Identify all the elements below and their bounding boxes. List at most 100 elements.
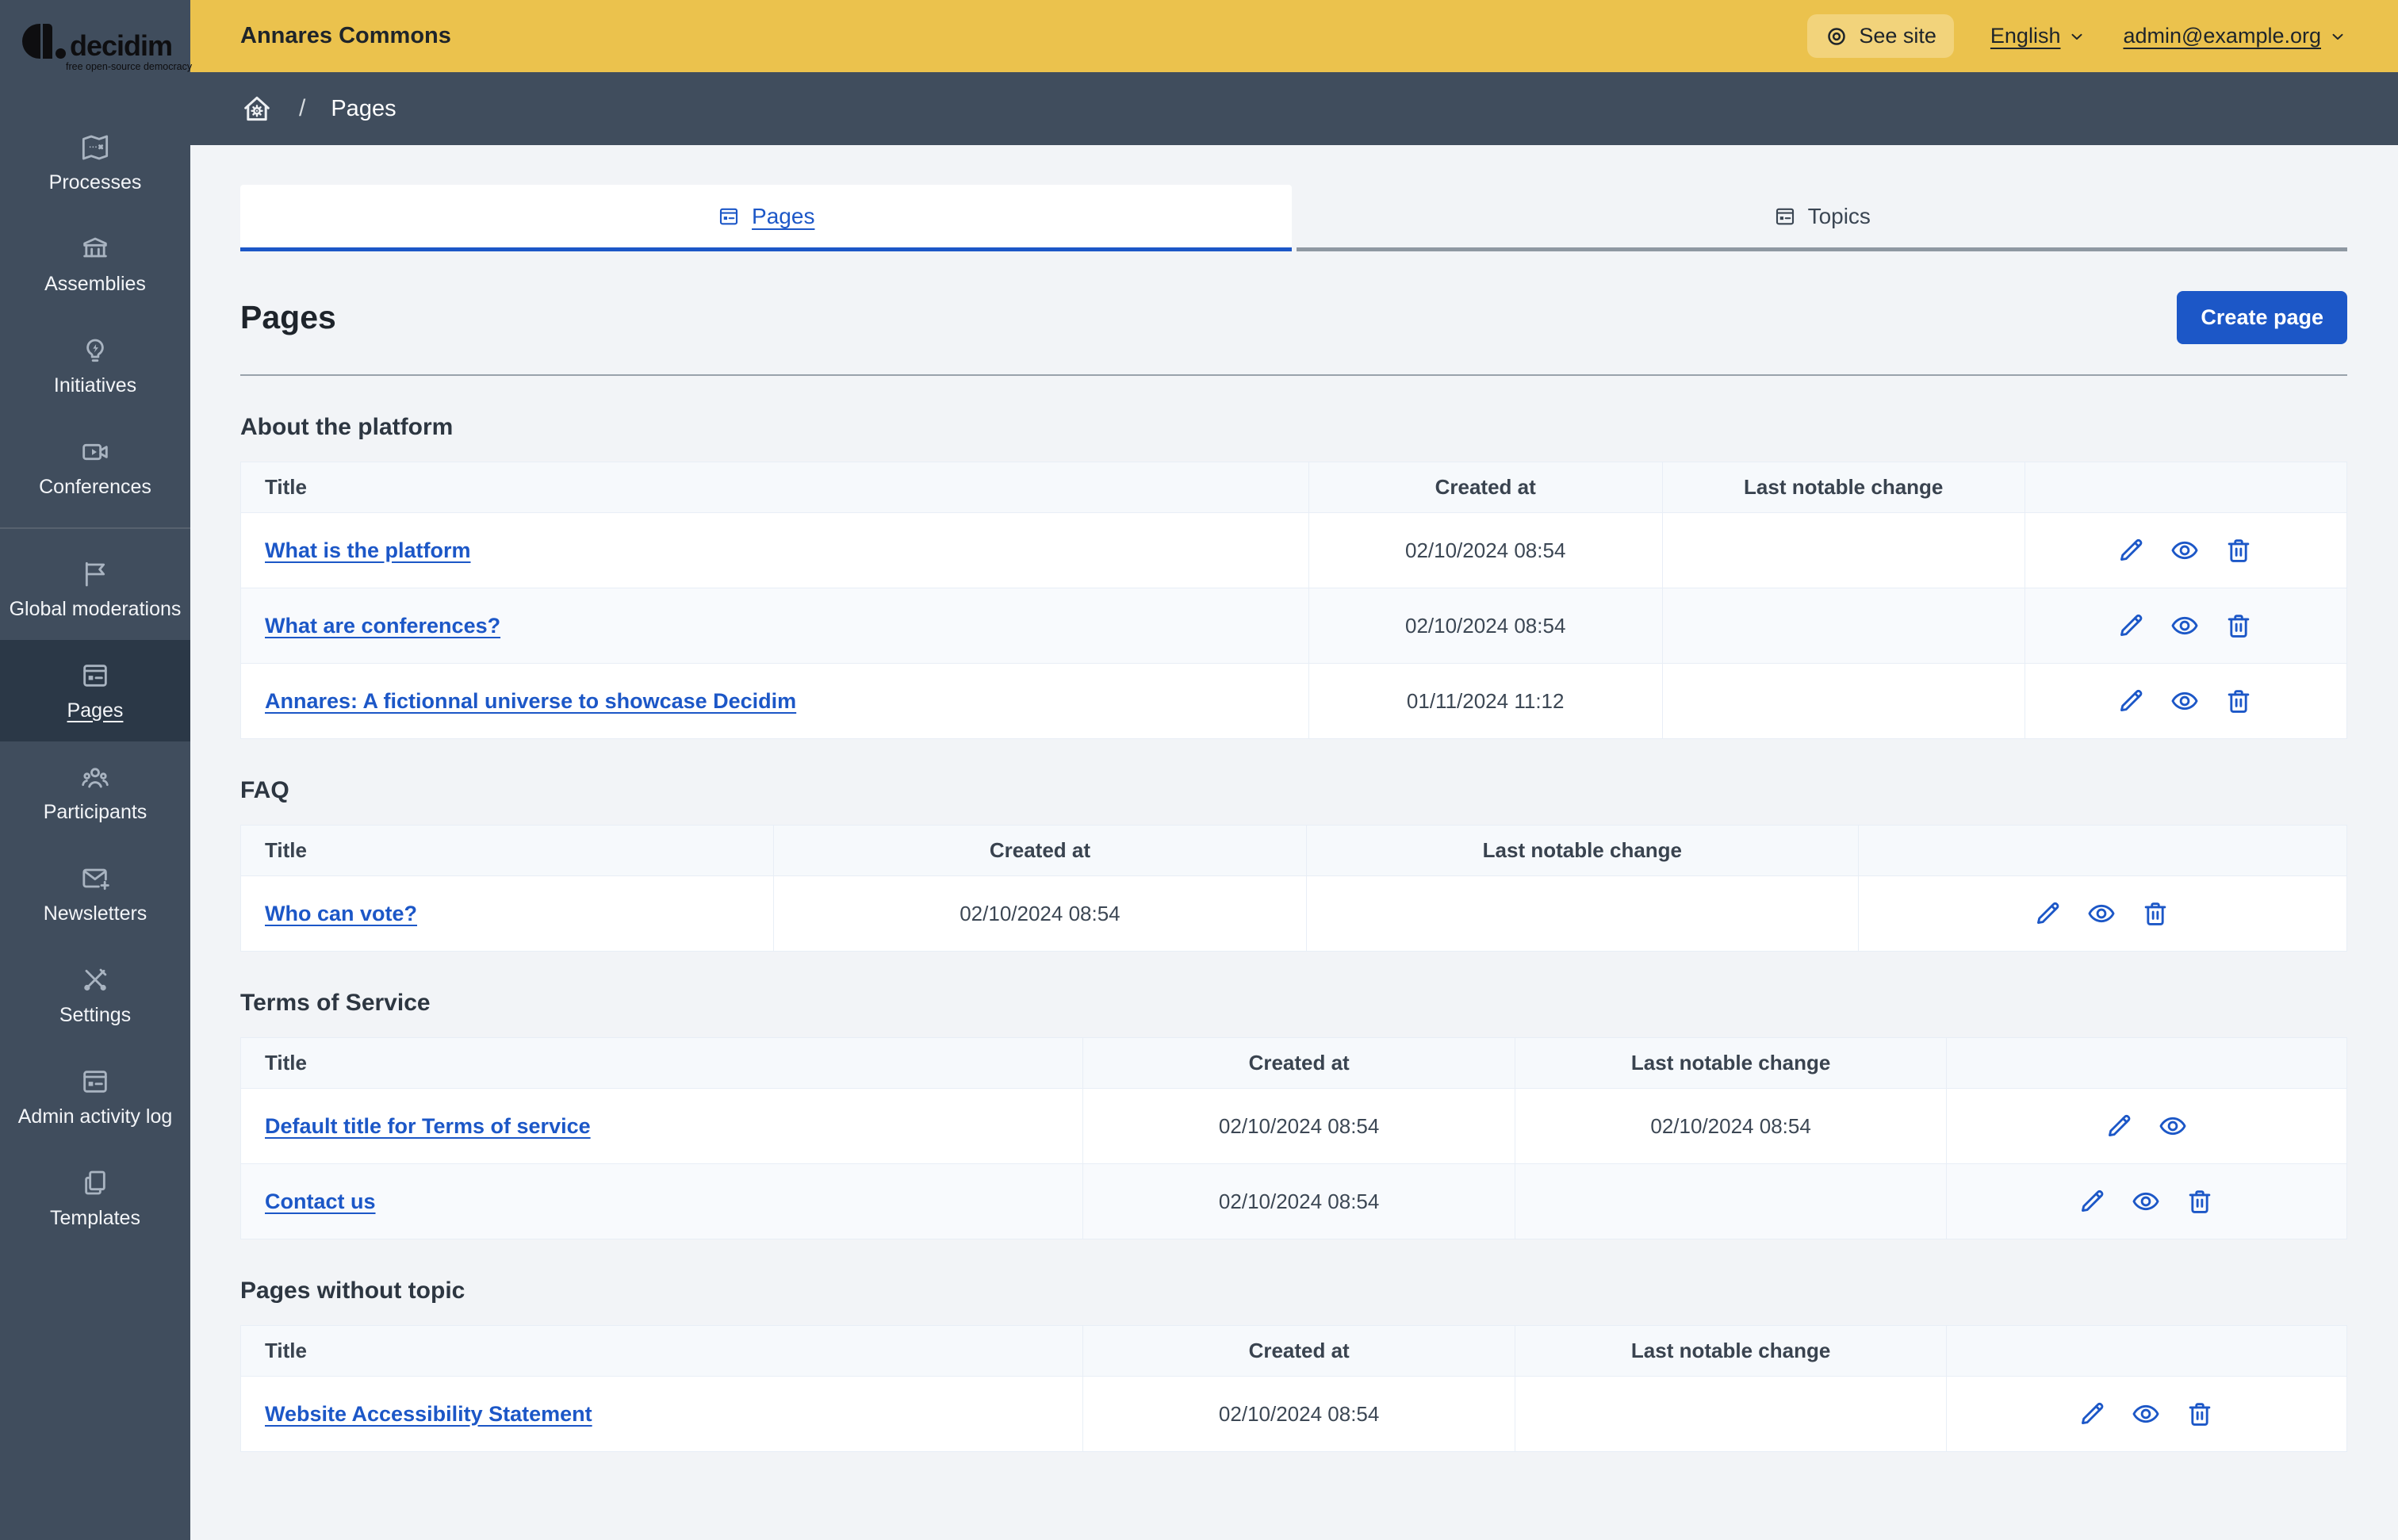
language-menu[interactable]: English bbox=[1990, 24, 2087, 48]
chevron-down-icon bbox=[2067, 27, 2086, 46]
trash-icon bbox=[2140, 898, 2172, 929]
column-header: Created at bbox=[1082, 1037, 1515, 1089]
delete-button[interactable] bbox=[2185, 1186, 2216, 1217]
actions-column-header bbox=[1946, 1037, 2347, 1089]
tab-pages[interactable]: Pages bbox=[240, 185, 1292, 251]
map-icon bbox=[79, 132, 111, 163]
sidebar-item-label: Assemblies bbox=[44, 272, 146, 295]
sidebar-item-admin-activity-log[interactable]: Admin activity log bbox=[0, 1046, 190, 1147]
sidebar-item-label: Admin activity log bbox=[17, 1105, 173, 1128]
pages-icon bbox=[79, 660, 111, 691]
edit-button[interactable] bbox=[2032, 898, 2064, 929]
see-site-button[interactable]: See site bbox=[1807, 14, 1954, 58]
bank-icon bbox=[79, 233, 111, 265]
edit-button[interactable] bbox=[2116, 685, 2147, 717]
sidebar-item-initiatives[interactable]: Initiatives bbox=[0, 315, 190, 416]
sidebar-item-assemblies[interactable]: Assemblies bbox=[0, 213, 190, 315]
trash-icon bbox=[2224, 611, 2255, 641]
sidebar-item-global-moderations[interactable]: Global moderations bbox=[0, 538, 190, 640]
preview-button[interactable] bbox=[2170, 610, 2201, 642]
last-change-cell bbox=[1514, 1163, 1948, 1239]
column-header: Last notable change bbox=[1514, 1325, 1948, 1377]
sidebar-nav: Processes Assemblies Initiatives Confere… bbox=[0, 112, 190, 1249]
delete-button[interactable] bbox=[2224, 685, 2255, 717]
edit-button[interactable] bbox=[2104, 1110, 2136, 1142]
sidebar-item-label: Participants bbox=[43, 800, 147, 823]
account-menu[interactable]: admin@example.org bbox=[2123, 24, 2347, 48]
sidebar-item-newsletters[interactable]: Newsletters bbox=[0, 843, 190, 944]
page-title-link[interactable]: Annares: A fictionnal universe to showca… bbox=[265, 689, 796, 713]
sidebar-item-label: Pages bbox=[67, 699, 124, 722]
sidebar-item-processes[interactable]: Processes bbox=[0, 112, 190, 213]
pencil-icon bbox=[2032, 898, 2064, 929]
sidebar-item-settings[interactable]: Settings bbox=[0, 944, 190, 1046]
language-label: English bbox=[1990, 24, 2061, 48]
created-at-cell: 02/10/2024 08:54 bbox=[772, 875, 1307, 952]
video-icon bbox=[79, 436, 111, 468]
pencil-icon bbox=[2116, 535, 2147, 565]
page-title-link[interactable]: What are conferences? bbox=[265, 614, 500, 638]
column-header: Title bbox=[240, 462, 1309, 513]
preview-button[interactable] bbox=[2170, 534, 2201, 566]
sidebar-item-label: Newsletters bbox=[43, 902, 147, 925]
sidebar-item-templates[interactable]: Templates bbox=[0, 1147, 190, 1249]
preview-button[interactable] bbox=[2086, 898, 2118, 929]
created-at-cell: 02/10/2024 08:54 bbox=[1308, 512, 1663, 588]
trash-icon bbox=[2185, 1399, 2216, 1429]
edit-button[interactable] bbox=[2116, 534, 2147, 566]
page-title-link[interactable]: Contact us bbox=[265, 1189, 376, 1213]
page-title-link[interactable]: Website Accessibility Statement bbox=[265, 1402, 592, 1426]
page-sections: About the platform Title Created at Last n… bbox=[239, 414, 2348, 1452]
edit-button[interactable] bbox=[2077, 1186, 2109, 1217]
page-title-link[interactable]: Default title for Terms of service bbox=[265, 1114, 591, 1138]
preview-button[interactable] bbox=[2158, 1110, 2189, 1142]
sidebar-item-conferences[interactable]: Conferences bbox=[0, 416, 190, 518]
sidebar-item-pages[interactable]: Pages bbox=[0, 640, 190, 741]
created-at-cell: 02/10/2024 08:54 bbox=[1082, 1088, 1515, 1164]
pages-icon bbox=[717, 205, 741, 228]
pencil-icon bbox=[2116, 611, 2147, 641]
page-title-link[interactable]: What is the platform bbox=[265, 538, 471, 562]
edit-button[interactable] bbox=[2116, 610, 2147, 642]
sidebar-item-participants[interactable]: Participants bbox=[0, 741, 190, 843]
tab-topics[interactable]: Topics bbox=[1296, 185, 2347, 251]
page-title-link[interactable]: Who can vote? bbox=[265, 902, 417, 925]
delete-button[interactable] bbox=[2224, 534, 2255, 566]
row-actions bbox=[2026, 610, 2346, 642]
templates-icon bbox=[79, 1167, 111, 1199]
tools-icon bbox=[79, 964, 111, 996]
pages-table: Title Created at Last notable change Websi… bbox=[239, 1325, 2347, 1452]
section-heading: Terms of Service bbox=[240, 990, 431, 1016]
breadcrumb-current[interactable]: Pages bbox=[331, 96, 396, 122]
pages-table: Title Created at Last notable change Defau… bbox=[239, 1037, 2347, 1239]
eye-circle-icon bbox=[1825, 25, 1848, 48]
preview-button[interactable] bbox=[2131, 1186, 2162, 1217]
pencil-icon bbox=[2077, 1399, 2109, 1429]
sidebar-item-label: Initiatives bbox=[53, 374, 137, 396]
lightbulb-icon bbox=[79, 335, 111, 366]
delete-button[interactable] bbox=[2224, 610, 2255, 642]
pencil-icon bbox=[2116, 686, 2147, 716]
preview-button[interactable] bbox=[2170, 685, 2201, 717]
decidim-logo[interactable]: decidim free open-source democracy bbox=[0, 0, 192, 72]
home-gear-icon[interactable] bbox=[240, 92, 274, 125]
last-change-cell: 02/10/2024 08:54 bbox=[1514, 1088, 1948, 1164]
row-actions bbox=[1948, 1398, 2346, 1430]
table-row: Annares: A fictionnal universe to showca… bbox=[240, 663, 2348, 739]
pencil-icon bbox=[2077, 1186, 2109, 1216]
last-change-cell bbox=[1305, 875, 1859, 952]
pages-table: Title Created at Last notable change What … bbox=[240, 462, 2348, 739]
decidim-logo-row: decidim bbox=[22, 24, 190, 59]
edit-button[interactable] bbox=[2077, 1398, 2109, 1430]
delete-button[interactable] bbox=[2140, 898, 2172, 929]
delete-button[interactable] bbox=[2185, 1398, 2216, 1430]
sidebar-item-label: Templates bbox=[50, 1206, 140, 1229]
eye-icon bbox=[2158, 1111, 2189, 1141]
create-page-button[interactable]: Create page bbox=[2177, 291, 2347, 344]
table-row: Website Accessibility Statement 02/10/20… bbox=[239, 1376, 2347, 1452]
row-actions bbox=[1860, 898, 2346, 929]
tab-bar: Pages Topics bbox=[240, 185, 2347, 251]
eye-icon bbox=[2131, 1186, 2162, 1216]
preview-button[interactable] bbox=[2131, 1398, 2162, 1430]
pages-table: Title Created at Last notable change Who c… bbox=[240, 825, 2348, 952]
